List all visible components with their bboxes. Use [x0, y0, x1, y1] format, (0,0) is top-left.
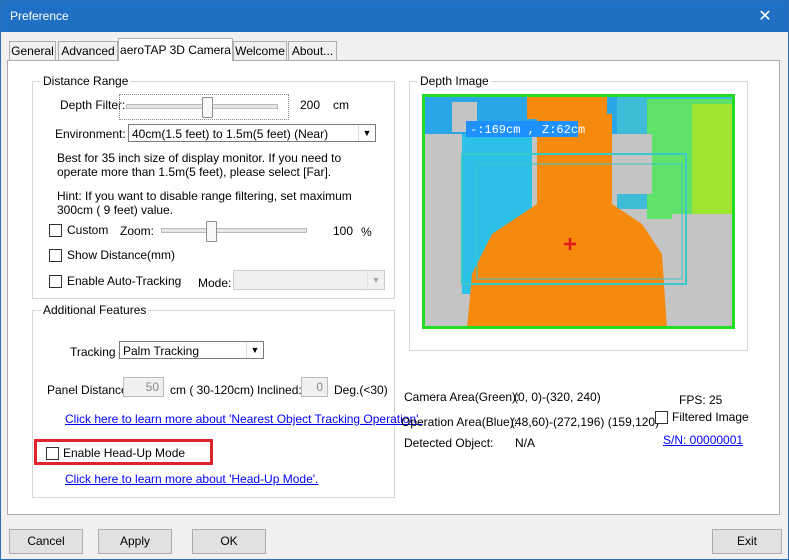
filtered-image-label: Filtered Image: [672, 410, 749, 424]
cancel-button[interactable]: Cancel: [9, 529, 83, 554]
depth-filter-value: 200: [300, 98, 321, 112]
tab-panel: Distance Range Depth Filter: 200 cm Envi…: [7, 60, 780, 515]
depth-lime-region: [692, 104, 735, 224]
chevron-down-icon[interactable]: ▼: [367, 271, 384, 289]
auto-tracking-checkbox[interactable]: [49, 275, 62, 288]
auto-tracking-label: Enable Auto-Tracking: [67, 274, 182, 288]
inclined-input[interactable]: 0: [301, 377, 328, 397]
tracking-value: Palm Tracking: [123, 344, 200, 358]
camera-area-label: Camera Area(Green):: [404, 390, 520, 404]
show-distance-checkbox[interactable]: [49, 249, 62, 262]
detected-object-value: N/A: [515, 436, 536, 450]
chevron-down-icon[interactable]: ▼: [358, 125, 375, 141]
chevron-down-icon[interactable]: ▼: [246, 342, 263, 358]
depth-head: [527, 94, 607, 119]
depth-filter-thumb[interactable]: [202, 97, 213, 118]
mode-label: Mode:: [198, 276, 232, 290]
show-distance-label: Show Distance(mm): [67, 248, 176, 262]
overlay-text: -:169cm , Z:62cm: [470, 123, 585, 137]
tab-welcome[interactable]: Welcome: [233, 41, 287, 60]
tracking-select[interactable]: Palm Tracking ▼: [119, 341, 264, 359]
tab-aerotap-3d-camera[interactable]: aeroTAP 3D Camera: [118, 38, 233, 61]
mode-select[interactable]: ▼: [233, 270, 385, 290]
environment-label: Environment:: [55, 127, 126, 141]
close-icon[interactable]: ✕: [742, 1, 788, 32]
tab-about[interactable]: About...: [288, 41, 337, 60]
preference-window: Preference ✕ General Advanced aeroTAP 3D…: [0, 0, 789, 560]
depth-filter-unit: cm: [333, 98, 349, 112]
panel-distance-label: Panel Distance:: [47, 383, 132, 397]
zoom-label: Zoom:: [120, 224, 155, 238]
panel-distance-input[interactable]: 50: [123, 377, 164, 397]
inclined-unit: Deg.(<30): [334, 383, 388, 397]
headup-label: Enable Head-Up Mode: [63, 446, 186, 460]
apply-button[interactable]: Apply: [98, 529, 172, 554]
additional-features-group: Additional Features: [32, 303, 395, 498]
exit-button[interactable]: Exit: [712, 529, 782, 554]
custom-checkbox[interactable]: [49, 224, 62, 237]
distance-range-legend: Distance Range: [41, 74, 131, 88]
headup-checkbox[interactable]: [46, 447, 59, 460]
detected-object-label: Detected Object:: [404, 436, 494, 450]
filtered-image-checkbox[interactable]: [655, 411, 668, 424]
panel-distance-unit: cm ( 30-120cm): [170, 383, 255, 397]
operation-area-value: (48,60)-(272,196) (159,120): [511, 415, 660, 429]
title-bar: Preference ✕: [1, 1, 788, 32]
tracking-label: Tracking: [70, 345, 116, 359]
zoom-unit: %: [361, 225, 372, 239]
zoom-value: 100: [333, 224, 354, 238]
depth-left-gray: [422, 134, 462, 329]
zoom-slider[interactable]: [158, 219, 310, 243]
fps-readout: FPS: 25: [679, 393, 723, 407]
depth-image-legend: Depth Image: [418, 74, 491, 88]
window-title: Preference: [10, 9, 69, 23]
depth-filter-slider[interactable]: [119, 94, 289, 120]
zoom-thumb[interactable]: [206, 221, 218, 242]
depth-right-gray: [672, 214, 735, 329]
headup-link[interactable]: Click here to learn more about 'Head-Up …: [65, 472, 318, 486]
tab-general[interactable]: General: [9, 41, 56, 60]
additional-features-legend: Additional Features: [41, 303, 149, 317]
nearest-object-link[interactable]: Click here to learn more about 'Nearest …: [65, 412, 422, 426]
inclined-label: Inclined:: [257, 383, 302, 397]
ok-button[interactable]: OK: [192, 529, 266, 554]
environment-select[interactable]: 40cm(1.5 feet) to 1.5m(5 feet) (Near) ▼: [128, 124, 376, 142]
environment-description: Best for 35 inch size of display monitor…: [57, 151, 342, 179]
range-hint: Hint: If you want to disable range filte…: [57, 189, 352, 217]
camera-area-value: (0, 0)-(320, 240): [514, 390, 601, 404]
operation-area-label: Operation Area(Blue):: [401, 415, 518, 429]
tab-advanced[interactable]: Advanced: [58, 41, 118, 60]
environment-value: 40cm(1.5 feet) to 1.5m(5 feet) (Near): [132, 127, 329, 141]
zoom-track: [161, 228, 307, 233]
depth-filter-label: Depth Filter:: [60, 98, 126, 112]
custom-label: Custom: [67, 223, 109, 237]
serial-number-link[interactable]: S/N: 00000001: [663, 433, 743, 447]
depth-image-canvas: -:169cm , Z:62cm: [422, 94, 735, 329]
